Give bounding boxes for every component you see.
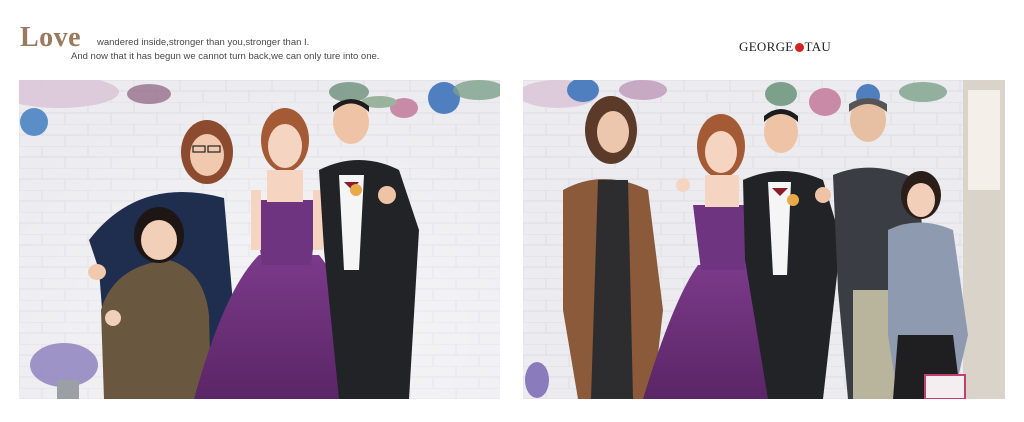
photo-right <box>523 80 1005 399</box>
lavender <box>525 362 549 398</box>
brand-logo-left: GEORGE <box>739 39 794 54</box>
title: Love <box>20 22 82 53</box>
photo-left-image <box>19 80 500 399</box>
brand-logo-right: TAU <box>804 39 832 54</box>
header: Love wandered inside,stronger than you,s… <box>0 0 1024 78</box>
tagline-line2: And now that it has begun we cannot turn… <box>71 51 380 62</box>
photo-right-image <box>523 80 1005 399</box>
tagline-line1: wandered inside,stronger than you,strong… <box>97 37 310 48</box>
photo-left <box>19 80 500 399</box>
brand-dot-icon <box>794 42 804 52</box>
shopping-bag <box>924 374 966 399</box>
brand-logo: GEORGE TAU <box>739 38 831 56</box>
